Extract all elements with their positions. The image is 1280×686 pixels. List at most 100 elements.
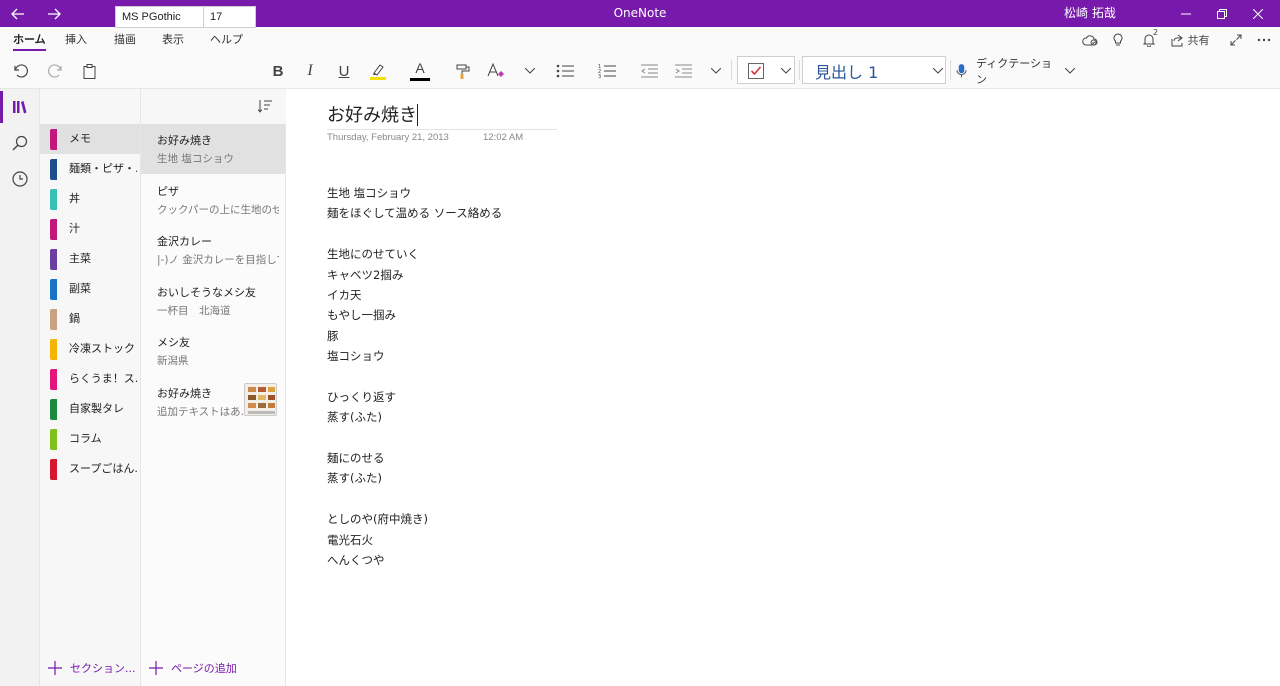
onenote-window: OneNote 松崎 拓哉 ホーム 挿入 描画 表示 ヘルプ 2 共有 MS P… (0, 0, 1280, 686)
note-line[interactable]: としのや(府中焼き) (327, 509, 502, 529)
section-label: 副菜 (69, 282, 91, 295)
note-line[interactable] (327, 224, 502, 244)
section-item[interactable]: 麺類・ピザ・... (40, 154, 140, 184)
note-line[interactable]: 蒸す(ふた) (327, 468, 502, 488)
more-paragraph-chevron-icon[interactable] (706, 57, 726, 85)
font-color-swatch (410, 78, 430, 81)
clipboard-icon[interactable] (76, 57, 102, 85)
dictation-button[interactable]: ディクテーション (956, 57, 1056, 86)
style-dropdown[interactable]: 見出し 1 (802, 56, 946, 84)
notifications-icon[interactable]: 2 (1136, 27, 1162, 53)
share-button[interactable]: 共有 (1168, 27, 1212, 53)
note-line[interactable]: 電光石火 (327, 530, 502, 550)
page-item[interactable]: 金沢カレー |-)ノ 金沢カレーを目指して... (141, 225, 285, 275)
minimize-icon[interactable] (1168, 0, 1204, 27)
note-line[interactable]: ひっくり返す (327, 387, 502, 407)
section-item[interactable]: らくうま！ス... (40, 364, 140, 394)
note-line[interactable]: 麺にのせる (327, 448, 502, 468)
section-item[interactable]: スープごはん... (40, 454, 140, 484)
toolbar-divider (799, 60, 800, 80)
note-line[interactable]: 蒸す(ふた) (327, 407, 502, 427)
sync-status-icon[interactable] (1078, 27, 1102, 53)
note-line[interactable]: 豚 (327, 326, 502, 346)
note-line[interactable]: キャベツ2掴み (327, 265, 502, 285)
lightbulb-icon[interactable] (1106, 27, 1130, 53)
style-chevron-icon (933, 68, 943, 74)
close-icon[interactable] (1240, 0, 1276, 27)
add-section-label: セクション... (70, 662, 136, 675)
note-line[interactable]: イカ天 (327, 285, 502, 305)
redo-icon[interactable] (42, 57, 68, 85)
section-color-tab (50, 399, 57, 420)
note-line[interactable]: もやし一掴み (327, 305, 502, 325)
numbered-list-icon[interactable]: 123 (594, 57, 620, 85)
back-icon[interactable] (0, 0, 36, 27)
page-item-snippet: |-)ノ 金沢カレーを目指して... (157, 254, 279, 266)
note-line[interactable]: 生地にのせていく (327, 244, 502, 264)
font-size-field[interactable]: 17 (203, 6, 256, 28)
format-painter-icon[interactable] (450, 57, 476, 85)
section-item[interactable]: 副菜 (40, 274, 140, 304)
sort-pages-icon[interactable] (257, 98, 272, 117)
tab-help[interactable]: ヘルプ (210, 27, 243, 53)
tab-draw[interactable]: 描画 (114, 27, 136, 53)
dictation-chevron-icon[interactable] (1060, 57, 1080, 85)
more-options-icon[interactable] (1252, 27, 1276, 53)
section-item[interactable]: 自家製タレ (40, 394, 140, 424)
note-line[interactable]: 麺をほぐして温める ソース絡める (327, 203, 502, 223)
underline-button[interactable]: U (332, 57, 356, 85)
section-item[interactable]: 鍋 (40, 304, 140, 334)
highlight-button[interactable] (364, 57, 392, 85)
increase-indent-icon[interactable] (670, 57, 696, 85)
section-item[interactable]: 丼 (40, 184, 140, 214)
italic-button[interactable]: I (298, 57, 322, 85)
note-line[interactable]: へんくつや (327, 550, 502, 570)
add-page-button[interactable]: ページの追加 (149, 650, 237, 686)
section-color-tab (50, 339, 57, 360)
font-name-field[interactable]: MS PGothic (115, 6, 204, 28)
undo-icon[interactable] (8, 57, 34, 85)
more-format-chevron-icon[interactable] (520, 57, 540, 85)
section-item[interactable]: メモ (40, 124, 140, 154)
decrease-indent-icon[interactable] (636, 57, 662, 85)
page-item[interactable]: お好み焼き 生地 塩コショウ (141, 124, 285, 174)
tab-insert[interactable]: 挿入 (65, 27, 87, 53)
section-color-tab (50, 129, 57, 150)
note-canvas[interactable]: お好み焼き Thursday, February 21, 2013 12:02 … (287, 89, 1280, 686)
restore-icon[interactable] (1204, 0, 1240, 27)
page-item[interactable]: メシ友 新潟県 (141, 326, 285, 376)
bold-button[interactable]: B (266, 57, 290, 85)
page-item[interactable]: お好み焼き 追加テキストはあ... (141, 377, 285, 427)
tab-view[interactable]: 表示 (162, 27, 184, 53)
page-item-title: メシ友 (157, 336, 190, 349)
section-item[interactable]: 主菜 (40, 244, 140, 274)
user-name[interactable]: 松崎 拓哉 (1064, 0, 1116, 27)
forward-icon[interactable] (36, 0, 72, 27)
note-body[interactable]: 生地 塩コショウ 麺をほぐして温める ソース絡める 生地にのせていく キャベツ2掴みイ… (327, 183, 502, 570)
recent-notes-icon[interactable] (0, 161, 40, 197)
tab-home[interactable]: ホーム (13, 27, 46, 53)
page-title[interactable]: お好み焼き (327, 101, 417, 127)
section-item[interactable]: コラム (40, 424, 140, 454)
section-item[interactable]: 汁 (40, 214, 140, 244)
search-icon[interactable] (0, 125, 40, 161)
page-item-snippet: 一杯目 北海道 (157, 304, 231, 317)
add-section-button[interactable]: セクション... (48, 650, 136, 686)
note-line[interactable] (327, 367, 502, 387)
clear-formatting-icon[interactable] (482, 57, 510, 85)
note-line[interactable]: 生地 塩コショウ (327, 183, 502, 203)
page-item[interactable]: おいしそうなメシ友 一杯目 北海道 (141, 276, 285, 326)
page-item[interactable]: ピザクックパーの上に生地のせる (141, 175, 285, 225)
section-item[interactable]: 冷凍ストック (40, 334, 140, 364)
font-color-button[interactable]: A (406, 57, 434, 85)
notebooks-icon[interactable] (0, 89, 40, 125)
todo-tag-dropdown[interactable] (737, 56, 795, 84)
section-color-tab (50, 279, 57, 300)
bullet-list-icon[interactable] (552, 57, 578, 85)
note-line[interactable]: 塩コショウ (327, 346, 502, 366)
fullscreen-icon[interactable] (1224, 27, 1248, 53)
section-label: コラム (69, 432, 102, 445)
note-line[interactable] (327, 428, 502, 448)
note-line[interactable] (327, 489, 502, 509)
section-color-tab (50, 459, 57, 480)
